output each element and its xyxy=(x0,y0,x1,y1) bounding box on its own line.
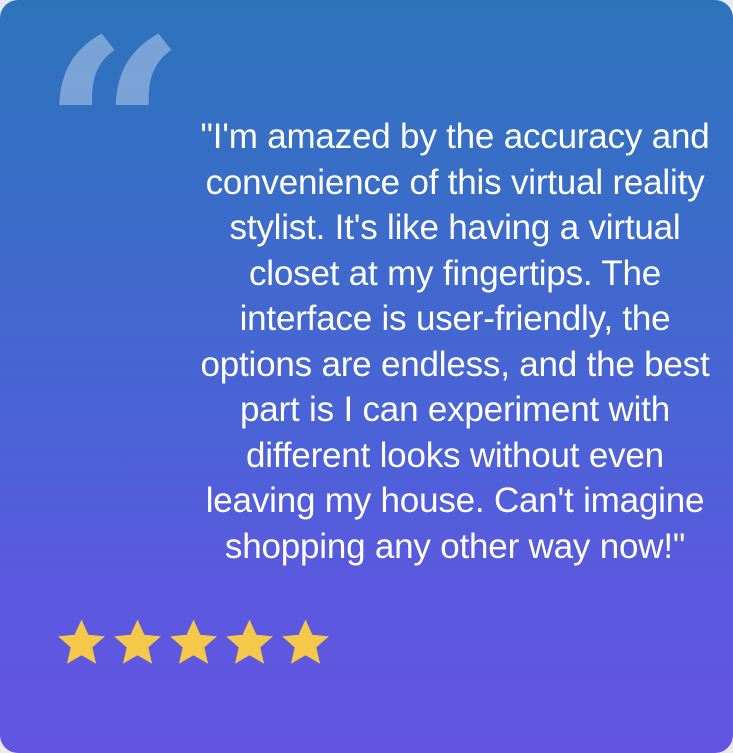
star-rating xyxy=(55,616,332,669)
testimonial-quote: "I'm amazed by the accuracy and convenie… xyxy=(200,117,710,566)
star-icon xyxy=(226,619,273,664)
star-icon xyxy=(114,619,161,664)
testimonial-card: “ "I'm amazed by the accuracy and conven… xyxy=(0,0,733,753)
star-icon xyxy=(282,619,329,664)
quote-mark-icon: “ xyxy=(42,0,186,278)
star-icon xyxy=(58,619,105,664)
star-icon xyxy=(170,619,217,664)
